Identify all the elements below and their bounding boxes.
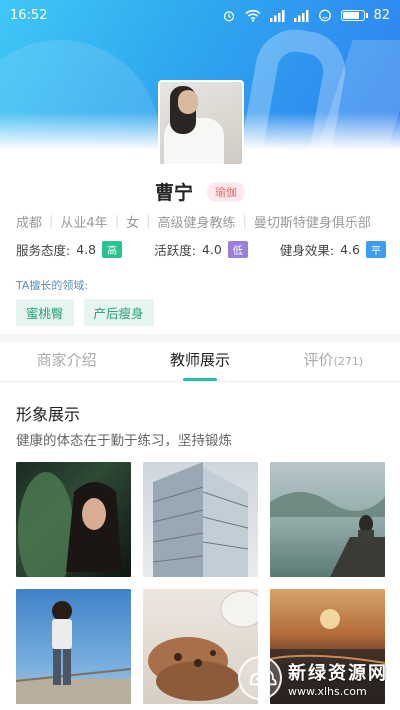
expertise-tag[interactable]: 蜜桃臀 <box>16 299 74 326</box>
section-description: 健康的体态在于勤于练习，坚持锻炼 <box>16 433 232 449</box>
stat-value: 4.0 <box>201 242 222 257</box>
stat-label: 健身效果: <box>279 243 335 258</box>
alarm-icon <box>224 10 235 21</box>
tab-label: 商家介绍 <box>36 351 97 369</box>
info-experience: 从业4年 <box>60 216 108 231</box>
battery-level: 82 <box>373 7 390 23</box>
stat-badge: 低 <box>227 241 248 258</box>
watermark-title: 新绿资源网 <box>288 662 388 684</box>
info-title: 高级健身教练 <box>157 216 236 231</box>
review-count: (271) <box>333 355 364 368</box>
tab-bar: 商家介绍 教师展示 评价(271) <box>0 342 400 382</box>
category-tag: 瑜伽 <box>207 181 245 202</box>
info-gender: 女 <box>126 216 140 231</box>
showcase-photo[interactable] <box>16 589 131 704</box>
status-icons: 82 <box>221 8 390 23</box>
signal-icon <box>294 9 309 22</box>
expertise-tags: 蜜桃臀 产后瘦身 <box>16 299 154 326</box>
battery-icon <box>341 9 369 21</box>
stat-service: 服务态度: 4.8 高 <box>16 240 123 259</box>
name-row: 曹宁 瑜伽 <box>0 178 400 205</box>
tab-label: 评价 <box>303 351 334 369</box>
divider: | <box>49 214 54 229</box>
trainer-name: 曹宁 <box>154 182 193 204</box>
divider: | <box>146 214 151 229</box>
stat-activity: 活跃度: 4.0 低 <box>154 240 248 259</box>
rating-stats: 服务态度: 4.8 高 活跃度: 4.0 低 健身效果: 4.6 平 <box>16 240 386 259</box>
showcase-photo[interactable] <box>16 462 131 577</box>
battery-fill <box>343 11 360 19</box>
wifi-icon <box>245 9 262 22</box>
tab-reviews[interactable]: 评价(271) <box>267 342 400 381</box>
stat-value: 4.8 <box>76 242 97 257</box>
showcase-photo[interactable] <box>143 462 258 577</box>
avatar-figure <box>178 90 198 114</box>
stat-effect: 健身效果: 4.6 平 <box>280 240 386 259</box>
photo-content <box>16 601 131 704</box>
stat-badge: 平 <box>365 241 386 258</box>
avatar[interactable] <box>158 80 244 166</box>
photo-content <box>18 472 122 577</box>
photo-content <box>152 462 249 577</box>
expertise-title: TA擅长的领域: <box>16 279 89 292</box>
tab-merchant-intro[interactable]: 商家介绍 <box>0 342 133 381</box>
divider: | <box>242 214 247 229</box>
tab-label: 教师展示 <box>169 351 230 369</box>
info-club: 曼切斯特健身俱乐部 <box>253 216 371 231</box>
watermark-logo-icon <box>238 656 282 700</box>
face-icon <box>319 9 332 21</box>
signal-icon <box>270 9 285 22</box>
section-title: 形象展示 <box>16 405 81 424</box>
photo-content <box>270 492 385 577</box>
stat-label: 活跃度: <box>154 243 196 258</box>
info-city: 成都 <box>16 216 43 231</box>
watermark: 新绿资源网 www.xlhs.com <box>238 656 388 700</box>
watermark-text: 新绿资源网 www.xlhs.com <box>288 659 388 698</box>
stat-badge: 高 <box>102 241 123 258</box>
stat-label: 服务态度: <box>16 243 71 258</box>
trainer-info: 成都 | 从业4年 | 女 | 高级健身教练 | 曼切斯特健身俱乐部 <box>16 212 388 231</box>
watermark-url: www.xlhs.com <box>288 684 367 698</box>
expertise-tag[interactable]: 产后瘦身 <box>83 299 154 326</box>
tab-teacher-showcase[interactable]: 教师展示 <box>133 342 266 381</box>
status-time: 16:52 <box>10 7 48 23</box>
divider: | <box>114 214 120 229</box>
showcase-photo[interactable] <box>270 462 385 577</box>
stat-value: 4.6 <box>340 242 360 257</box>
status-bar: 16:52 82 <box>0 0 400 30</box>
section-divider <box>0 334 400 342</box>
